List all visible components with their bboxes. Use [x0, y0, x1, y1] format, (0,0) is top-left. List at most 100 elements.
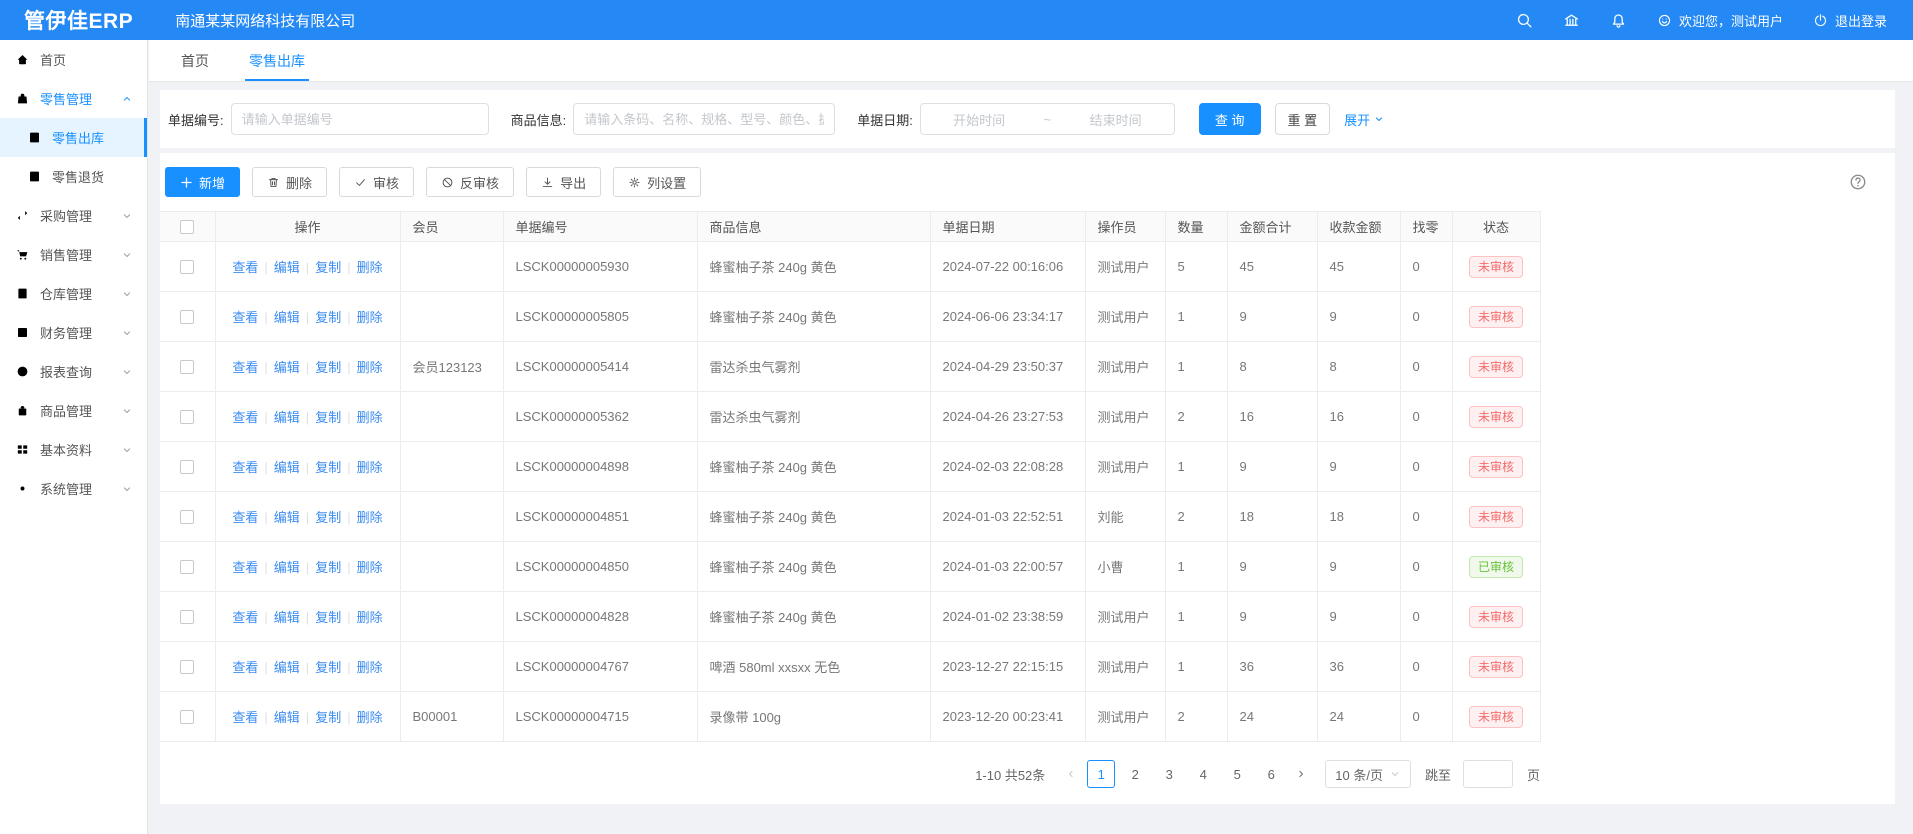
row-checkbox[interactable] [180, 610, 194, 624]
view-link[interactable]: 查看 [232, 360, 258, 375]
row-checkbox[interactable] [180, 460, 194, 474]
prev-page-button[interactable] [1061, 760, 1081, 788]
page-button-3[interactable]: 3 [1155, 760, 1183, 788]
product-info-input[interactable] [573, 103, 835, 135]
row-checkbox[interactable] [180, 260, 194, 274]
copy-link[interactable]: 复制 [315, 560, 341, 575]
add-button[interactable]: 新增 [165, 167, 240, 197]
header-total-amount: 金额合计 [1227, 212, 1317, 242]
row-checkbox[interactable] [180, 510, 194, 524]
sidebar-item-sales-mgmt[interactable]: 销售管理 [0, 235, 147, 274]
page-button-4[interactable]: 4 [1189, 760, 1217, 788]
edit-link[interactable]: 编辑 [274, 710, 300, 725]
edit-link[interactable]: 编辑 [274, 560, 300, 575]
search-button[interactable]: 查 询 [1199, 103, 1261, 135]
delete-button[interactable]: 删除 [252, 167, 327, 197]
delete-link[interactable]: 删除 [357, 410, 383, 425]
check-icon [354, 176, 367, 189]
page-button-1[interactable]: 1 [1087, 760, 1115, 788]
copy-link[interactable]: 复制 [315, 660, 341, 675]
delete-link[interactable]: 删除 [357, 610, 383, 625]
copy-link[interactable]: 复制 [315, 710, 341, 725]
copy-link[interactable]: 复制 [315, 510, 341, 525]
page-button-6[interactable]: 6 [1257, 760, 1285, 788]
row-checkbox[interactable] [180, 660, 194, 674]
copy-link[interactable]: 复制 [315, 260, 341, 275]
column-settings-button[interactable]: 列设置 [613, 167, 701, 197]
bill-no-input[interactable] [231, 103, 489, 135]
select-all-checkbox[interactable] [180, 220, 194, 234]
edit-link[interactable]: 编辑 [274, 460, 300, 475]
sidebar-item-retail-return[interactable]: 零售退货 [0, 157, 147, 196]
chevron-down-icon [121, 405, 133, 417]
edit-link[interactable]: 编辑 [274, 660, 300, 675]
help-icon[interactable] [1849, 173, 1867, 191]
table-row: 查看|编辑|复制|删除LSCK00000005362雷达杀虫气雾剂2024-04… [160, 392, 1540, 442]
view-link[interactable]: 查看 [232, 310, 258, 325]
delete-link[interactable]: 删除 [357, 310, 383, 325]
delete-link[interactable]: 删除 [357, 260, 383, 275]
page-button-5[interactable]: 5 [1223, 760, 1251, 788]
copy-link[interactable]: 复制 [315, 610, 341, 625]
copy-link[interactable]: 复制 [315, 310, 341, 325]
unaudit-button[interactable]: 反审核 [426, 167, 514, 197]
tab-home[interactable]: 首页 [161, 40, 229, 81]
sidebar-item-system-mgmt[interactable]: 系统管理 [0, 469, 147, 508]
header-quantity: 数量 [1165, 212, 1227, 242]
delete-link[interactable]: 删除 [357, 560, 383, 575]
sidebar-item-basic-data[interactable]: 基本资料 [0, 430, 147, 469]
sidebar-item-goods-mgmt[interactable]: 商品管理 [0, 391, 147, 430]
edit-link[interactable]: 编辑 [274, 310, 300, 325]
delete-link[interactable]: 删除 [357, 510, 383, 525]
view-link[interactable]: 查看 [232, 610, 258, 625]
edit-link[interactable]: 编辑 [274, 260, 300, 275]
view-link[interactable]: 查看 [232, 560, 258, 575]
delete-link[interactable]: 删除 [357, 660, 383, 675]
edit-link[interactable]: 编辑 [274, 410, 300, 425]
logout-button[interactable]: 退出登录 [1813, 11, 1887, 30]
view-link[interactable]: 查看 [232, 410, 258, 425]
reset-button[interactable]: 重 置 [1275, 103, 1331, 135]
audit-button[interactable]: 审核 [339, 167, 414, 197]
sidebar-item-warehouse-mgmt[interactable]: 仓库管理 [0, 274, 147, 313]
bank-icon[interactable] [1563, 12, 1580, 29]
sidebar-item-retail-mgmt[interactable]: 零售管理 [0, 79, 147, 118]
view-link[interactable]: 查看 [232, 660, 258, 675]
search-icon[interactable] [1516, 12, 1533, 29]
view-link[interactable]: 查看 [232, 510, 258, 525]
row-checkbox[interactable] [180, 310, 194, 324]
edit-link[interactable]: 编辑 [274, 510, 300, 525]
sidebar-item-retail-outbound[interactable]: 零售出库 [0, 118, 147, 157]
sidebar-item-finance-mgmt[interactable]: 财务管理 [0, 313, 147, 352]
view-link[interactable]: 查看 [232, 460, 258, 475]
expand-link[interactable]: 展开 [1344, 110, 1385, 129]
jump-page-input[interactable] [1463, 760, 1513, 788]
row-checkbox[interactable] [180, 360, 194, 374]
sidebar-item-report-query[interactable]: 报表查询 [0, 352, 147, 391]
tab-retail-outbound[interactable]: 零售出库 [229, 40, 325, 81]
edit-link[interactable]: 编辑 [274, 610, 300, 625]
next-page-button[interactable] [1291, 760, 1311, 788]
copy-link[interactable]: 复制 [315, 410, 341, 425]
date-range-input[interactable]: 开始时间 ~ 结束时间 [920, 103, 1175, 135]
sidebar-item-purchase-mgmt[interactable]: 采购管理 [0, 196, 147, 235]
delete-link[interactable]: 删除 [357, 710, 383, 725]
bell-icon[interactable] [1610, 12, 1627, 29]
welcome-user[interactable]: 欢迎您，测试用户 [1657, 11, 1783, 30]
row-checkbox[interactable] [180, 560, 194, 574]
view-link[interactable]: 查看 [232, 260, 258, 275]
copy-link[interactable]: 复制 [315, 360, 341, 375]
view-link[interactable]: 查看 [232, 710, 258, 725]
page-button-2[interactable]: 2 [1121, 760, 1149, 788]
edit-link[interactable]: 编辑 [274, 360, 300, 375]
row-checkbox[interactable] [180, 710, 194, 724]
row-checkbox[interactable] [180, 410, 194, 424]
export-button[interactable]: 导出 [526, 167, 601, 197]
bill-no-cell: LSCK00000004898 [503, 442, 697, 492]
delete-link[interactable]: 删除 [357, 360, 383, 375]
page-size-select[interactable]: 10 条/页 [1325, 760, 1411, 788]
delete-link[interactable]: 删除 [357, 460, 383, 475]
header-product: 商品信息 [697, 212, 930, 242]
sidebar-item-home[interactable]: 首页 [0, 40, 147, 79]
copy-link[interactable]: 复制 [315, 460, 341, 475]
